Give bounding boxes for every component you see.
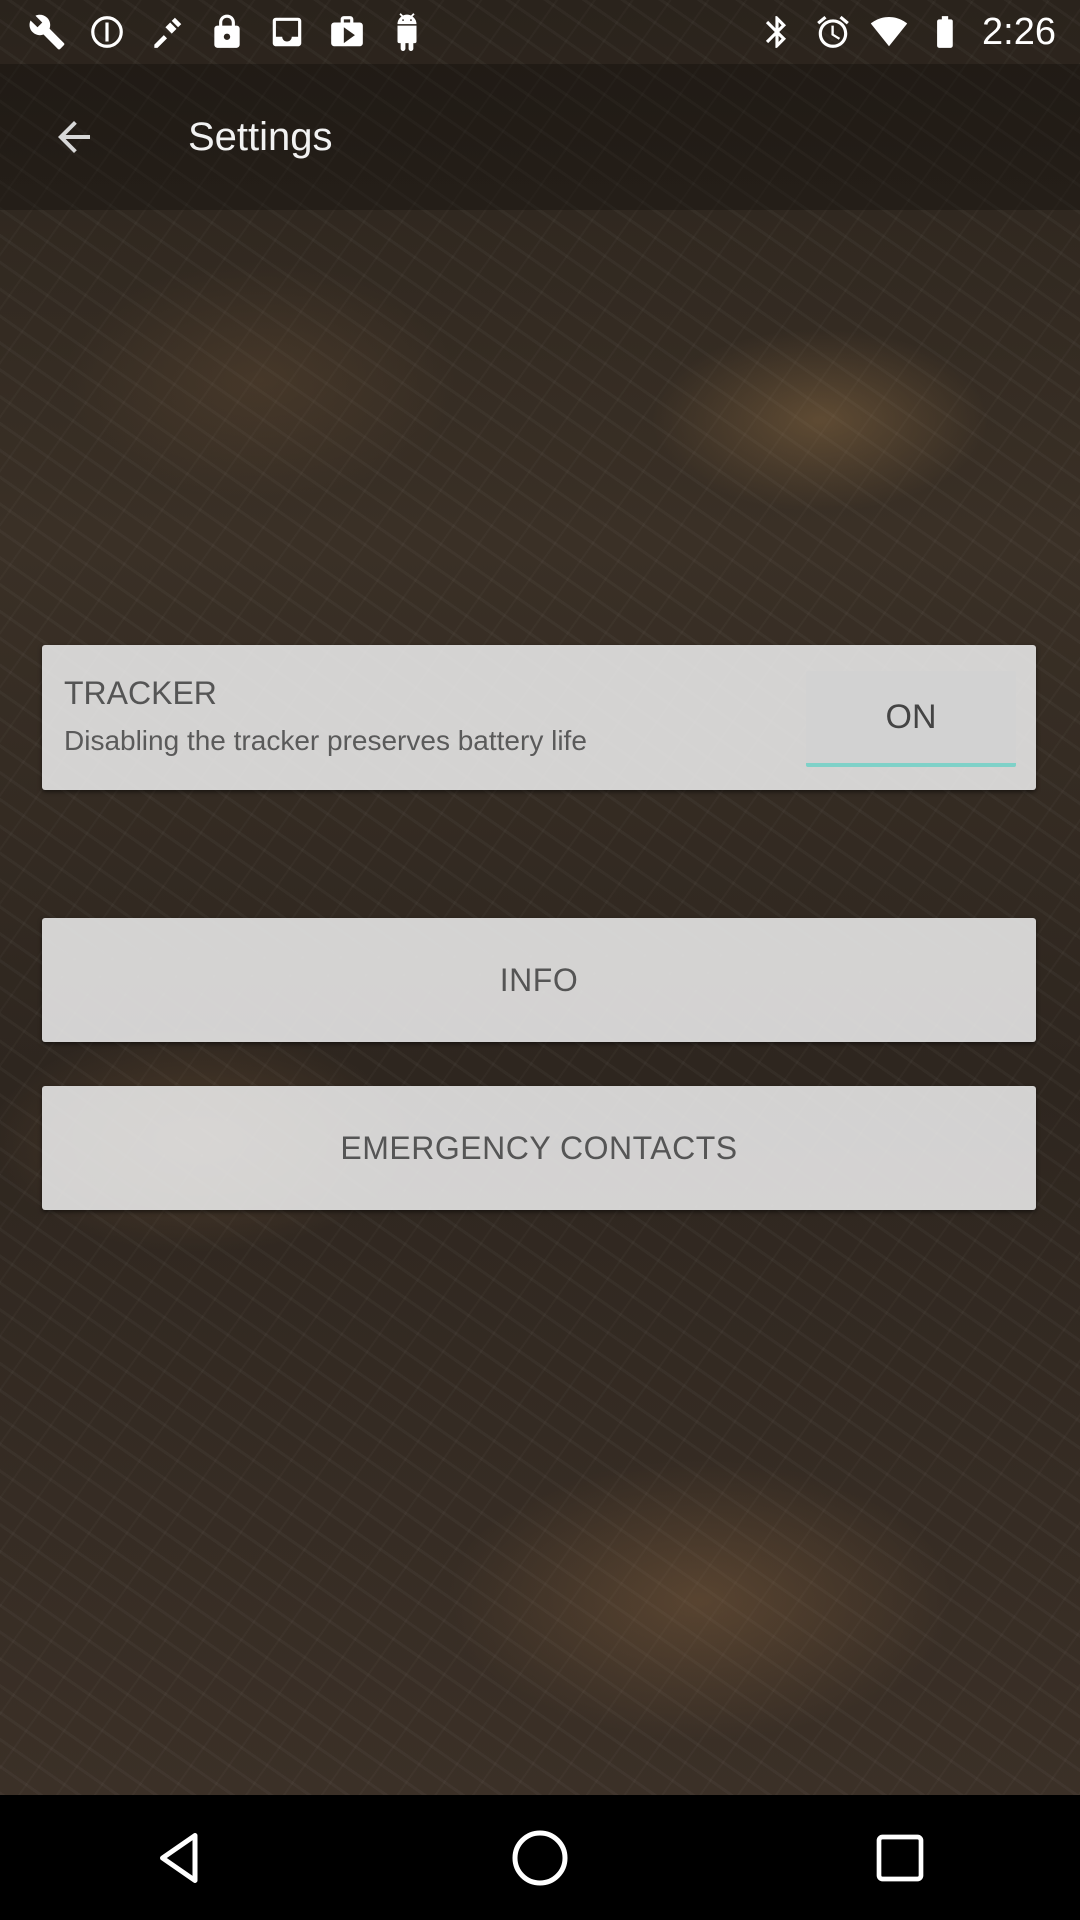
arrow-back-icon [58,121,90,153]
tracker-card: TRACKER Disabling the tracker preserves … [42,645,1036,790]
status-time: 2:26 [982,10,1056,53]
tracker-description: Disabling the tracker preserves battery … [64,725,587,756]
battery-icon [937,16,953,48]
inbox-icon [272,17,302,47]
home-circle-icon [512,1830,568,1885]
play-store-icon [331,16,363,47]
emergency-contacts-button[interactable]: EMERGENCY CONTACTS [42,1086,1036,1210]
android-icon [397,13,417,51]
nav-back-button[interactable] [120,1798,240,1918]
page-title: Settings [188,114,333,159]
sync-icon [91,16,123,48]
nav-home-button[interactable] [480,1798,600,1918]
app-bar: Settings [0,64,1080,210]
wrench-icon [29,14,65,50]
tracker-title: TRACKER [64,675,217,711]
nav-recents-button[interactable] [840,1798,960,1918]
status-bar: 2:26 [0,0,1080,64]
navigation-bar [0,1795,1080,1920]
info-button[interactable]: INFO [42,918,1036,1042]
background-image [0,0,1080,1795]
alarm-icon [817,15,849,48]
bluetooth-icon [765,16,787,48]
wifi-icon [870,16,908,47]
recents-square-icon [876,1834,924,1881]
back-triangle-icon [160,1832,198,1883]
back-button[interactable] [24,87,124,187]
lock-icon [214,14,240,48]
fake-gps-icon [154,17,182,48]
tracker-toggle-button[interactable]: ON [806,671,1016,767]
